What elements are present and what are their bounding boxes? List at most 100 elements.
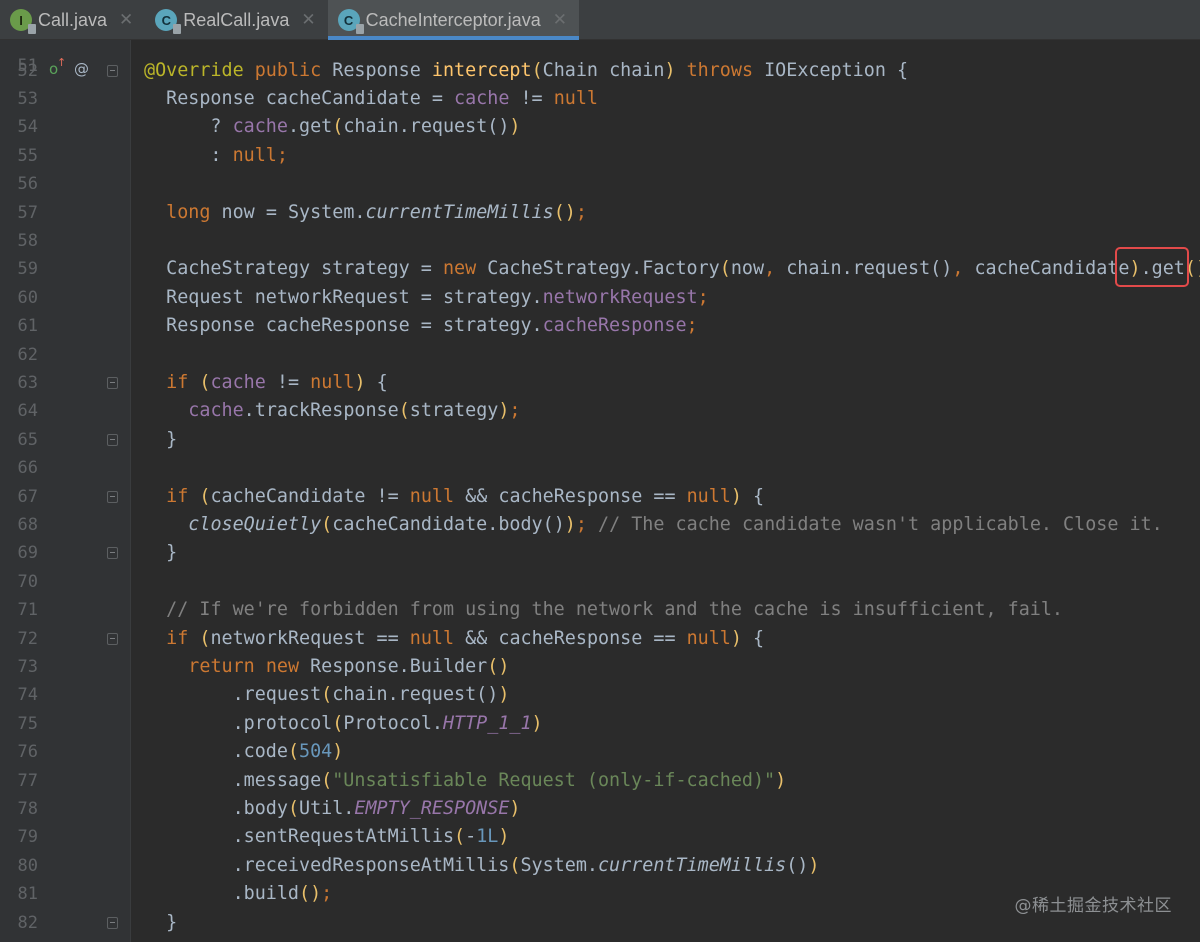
tab-call-java[interactable]: I Call.java ✕ xyxy=(0,0,145,40)
class-file-icon: C xyxy=(337,9,364,34)
code-text: Request networkRequest = strategy.networ… xyxy=(144,286,709,308)
code-line[interactable]: 73 return new Response.Builder() xyxy=(0,653,1200,681)
interface-file-icon: I xyxy=(10,9,36,34)
line-number[interactable]: 52 xyxy=(6,57,38,85)
code-line[interactable]: 80 .receivedResponseAtMillis(System.curr… xyxy=(0,852,1200,880)
code-text: } xyxy=(166,428,178,450)
code-line[interactable]: 64 cache.trackResponse(strategy); xyxy=(0,397,1200,425)
code-line[interactable]: 70 xyxy=(0,568,1200,596)
code-line[interactable]: 72 if (networkRequest == null && cacheRe… xyxy=(0,625,1200,653)
line-number[interactable]: 82 xyxy=(6,909,38,937)
code-line[interactable]: 71 // If we're forbidden from using the … xyxy=(0,596,1200,624)
line-number[interactable]: 73 xyxy=(6,653,38,681)
code-line[interactable]: 52 @Override public Response intercept(Ch… xyxy=(0,57,1200,85)
code-text: } xyxy=(166,911,178,933)
code-line[interactable]: 77 .message("Unsatisfiable Request (only… xyxy=(0,767,1200,795)
line-number[interactable]: 72 xyxy=(6,625,38,653)
line-number[interactable]: 63 xyxy=(6,369,38,397)
line-number[interactable]: 62 xyxy=(6,341,38,369)
line-number[interactable]: 68 xyxy=(6,511,38,539)
code-line[interactable]: 62 xyxy=(0,341,1200,369)
code-text: closeQuietly(cacheCandidate.body()); // … xyxy=(188,513,1163,535)
code-line[interactable]: 54 ? cache.get(chain.request()) xyxy=(0,113,1200,141)
line-number[interactable]: 64 xyxy=(6,397,38,425)
line-number[interactable]: 77 xyxy=(6,767,38,795)
line-number[interactable]: 81 xyxy=(6,880,38,908)
code-line[interactable]: 57 long now = System.currentTimeMillis()… xyxy=(0,199,1200,227)
code-line[interactable]: 78 .body(Util.EMPTY_RESPONSE) xyxy=(0,795,1200,823)
code-text: Response cacheCandidate = cache != null xyxy=(144,87,598,109)
class-file-icon-letter: C xyxy=(161,12,171,28)
line-number[interactable]: 56 xyxy=(6,170,38,198)
line-number[interactable]: 70 xyxy=(6,568,38,596)
fold-marker-icon[interactable] xyxy=(107,64,118,77)
code-text: CacheStrategy strategy = new CacheStrate… xyxy=(144,258,1200,280)
line-number[interactable]: 54 xyxy=(6,113,38,141)
line-number[interactable]: 78 xyxy=(6,795,38,823)
line-number[interactable]: 65 xyxy=(6,426,38,454)
line-number[interactable]: 66 xyxy=(6,454,38,482)
line-number[interactable]: 67 xyxy=(6,483,38,511)
code-text: : null; xyxy=(144,144,288,166)
code-text: Response cacheResponse = strategy.cacheR… xyxy=(144,315,698,337)
code-line[interactable]: 56 xyxy=(0,170,1200,198)
code-line[interactable]: 69 } xyxy=(0,539,1200,567)
close-icon[interactable]: ✕ xyxy=(553,10,567,30)
code-line[interactable]: 58 xyxy=(0,227,1200,255)
close-icon[interactable]: ✕ xyxy=(119,10,133,30)
code-text: long now = System.currentTimeMillis(); xyxy=(166,201,587,223)
line-number[interactable]: 59 xyxy=(6,255,38,283)
code-line[interactable]: 67 if (cacheCandidate != null && cacheRe… xyxy=(0,483,1200,511)
line-number[interactable]: 61 xyxy=(6,312,38,340)
code-line[interactable]: 79 .sentRequestAtMillis(-1L) xyxy=(0,823,1200,851)
line-number[interactable]: 71 xyxy=(6,596,38,624)
code-line[interactable]: 63 if (cache != null) { xyxy=(0,369,1200,397)
code-text: if (networkRequest == null && cacheRespo… xyxy=(166,627,765,649)
fold-marker-icon[interactable] xyxy=(107,916,118,929)
line-number[interactable]: 80 xyxy=(6,852,38,880)
interface-file-icon-letter: I xyxy=(19,12,23,28)
fold-marker-icon[interactable] xyxy=(107,433,118,446)
tab-label: CacheInterceptor.java xyxy=(365,9,541,30)
fold-marker-icon[interactable] xyxy=(107,376,118,389)
tab-realcall-java[interactable]: C RealCall.java ✕ xyxy=(145,0,327,40)
line-number[interactable]: 57 xyxy=(6,199,38,227)
code-line[interactable]: 60 Request networkRequest = strategy.net… xyxy=(0,284,1200,312)
code-editor[interactable]: 51 52 @Override public Response intercept… xyxy=(0,40,1200,942)
line-number[interactable]: 60 xyxy=(6,284,38,312)
code-text: if (cache != null) { xyxy=(166,371,388,393)
line-number[interactable]: 76 xyxy=(6,738,38,766)
annotation-at-icon[interactable]: @ xyxy=(74,60,89,78)
tab-cacheinterceptor-java[interactable]: C CacheInterceptor.java ✕ xyxy=(327,0,579,40)
code-text: .protocol(Protocol.HTTP_1_1) xyxy=(144,712,543,734)
code-text: .code(504) xyxy=(144,741,344,763)
code-text: return new Response.Builder() xyxy=(188,655,510,677)
line-number[interactable]: 74 xyxy=(6,681,38,709)
code-line[interactable]: 74 .request(chain.request()) xyxy=(0,681,1200,709)
code-line[interactable]: 53 Response cacheCandidate = cache != nu… xyxy=(0,85,1200,113)
code-line[interactable]: 68 closeQuietly(cacheCandidate.body()); … xyxy=(0,511,1200,539)
fold-marker-icon[interactable] xyxy=(107,490,118,503)
line-number[interactable]: 58 xyxy=(6,227,38,255)
code-line[interactable]: 75 .protocol(Protocol.HTTP_1_1) xyxy=(0,710,1200,738)
line-number[interactable]: 79 xyxy=(6,823,38,851)
code-line[interactable]: 66 xyxy=(0,454,1200,482)
code-line[interactable]: 59 CacheStrategy strategy = new CacheStr… xyxy=(0,255,1200,283)
line-number[interactable]: 75 xyxy=(6,710,38,738)
watermark: @稀土掘金技术社区 xyxy=(1014,896,1172,916)
line-number[interactable]: 53 xyxy=(6,85,38,113)
code-line[interactable]: 65 } xyxy=(0,426,1200,454)
close-icon[interactable]: ✕ xyxy=(301,10,315,30)
code-line[interactable]: 55 : null; xyxy=(0,142,1200,170)
code-text: @Override public Response intercept(Chai… xyxy=(144,59,909,81)
code-line[interactable]: 61 Response cacheResponse = strategy.cac… xyxy=(0,312,1200,340)
fold-marker-icon[interactable] xyxy=(107,547,118,560)
code-line[interactable]: 76 .code(504) xyxy=(0,738,1200,766)
code-text: .body(Util.EMPTY_RESPONSE) xyxy=(144,797,521,819)
line-number[interactable]: 55 xyxy=(6,142,38,170)
code-text: // If we're forbidden from using the net… xyxy=(166,599,1063,621)
code-text: } xyxy=(166,542,178,564)
code-line: 51 xyxy=(0,40,1200,76)
fold-marker-icon[interactable] xyxy=(107,632,118,645)
line-number[interactable]: 69 xyxy=(6,539,38,567)
